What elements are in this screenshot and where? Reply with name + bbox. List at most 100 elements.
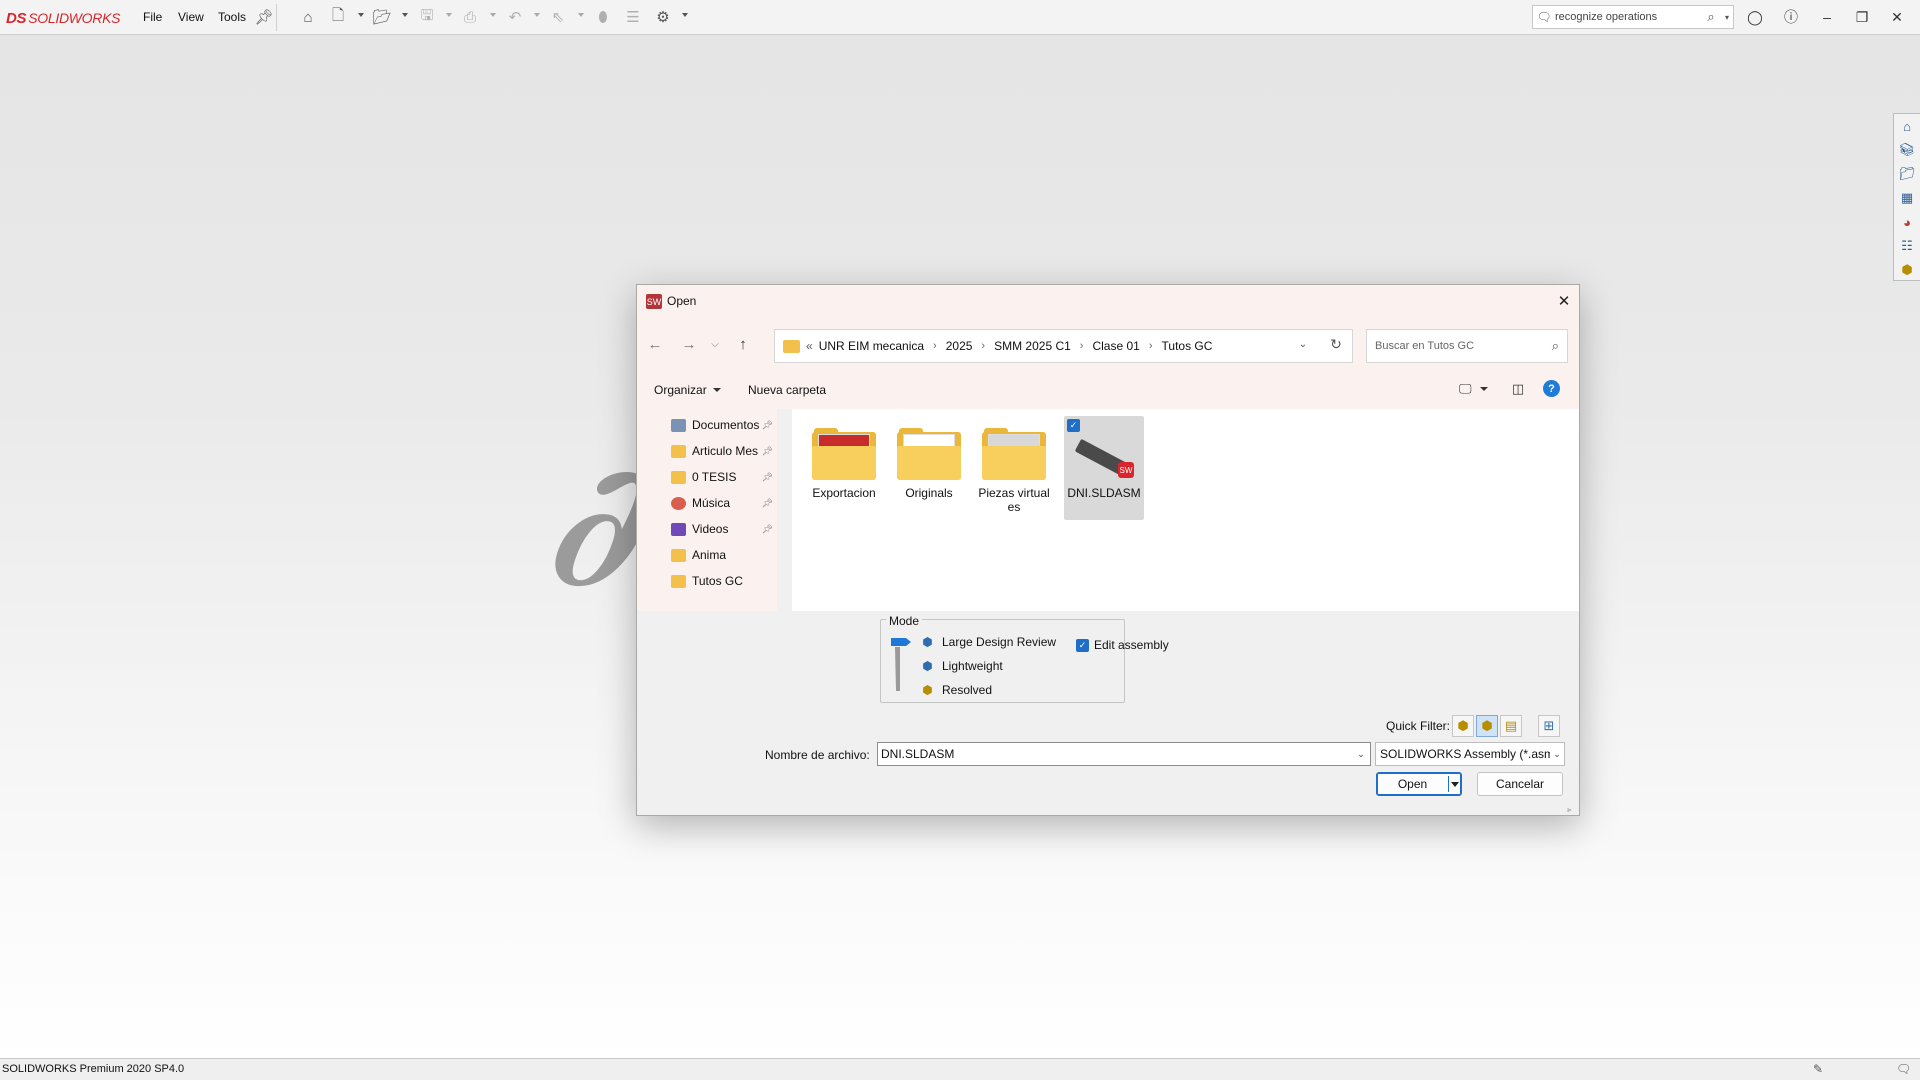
breadcrumb-overflow[interactable]: «	[806, 339, 813, 353]
open-dropdown-caret[interactable]	[402, 13, 408, 17]
dialog-close-button[interactable]: ✕	[1553, 291, 1575, 311]
file-item-piezas-virtuales[interactable]: Piezas virtuales	[976, 416, 1052, 520]
mode-slider-marker[interactable]	[891, 638, 911, 646]
breadcrumb-2025[interactable]: 2025	[946, 339, 973, 353]
refresh-icon[interactable]: ↻	[1326, 334, 1346, 354]
save-icon[interactable]: 🖫︎	[417, 7, 437, 27]
new-dropdown-caret[interactable]	[358, 13, 364, 17]
file-item-originals[interactable]: Originals	[891, 416, 967, 520]
search-commands-box[interactable]: 🗨︎ recognize operations ⌕ ▾	[1532, 5, 1734, 29]
solidworks-logo[interactable]: DS SOLIDWORKS	[6, 8, 120, 28]
filename-input[interactable]	[878, 744, 1352, 764]
breadcrumb-separator-icon[interactable]: ›	[1080, 340, 1084, 352]
select-dropdown-caret[interactable]	[578, 13, 584, 17]
home-icon[interactable]: ⌂	[298, 7, 318, 27]
mode-option-lightweight[interactable]: ⬢ Lightweight	[919, 656, 1002, 676]
organize-caret-icon	[712, 388, 721, 392]
pin-icon[interactable]: 📌︎	[254, 7, 274, 27]
nav-item-anima[interactable]: Anima	[637, 542, 773, 568]
breadcrumb-separator-icon[interactable]: ›	[981, 340, 985, 352]
tp-view-palette-icon[interactable]: ▦	[1897, 188, 1917, 208]
change-view-button[interactable]: 🖵︎	[1459, 381, 1488, 397]
tp-appearances-icon[interactable]: ◕	[1897, 212, 1917, 232]
mode-slider-track[interactable]	[895, 647, 900, 691]
nav-item-tutos-gc[interactable]: Tutos GC	[637, 568, 773, 594]
forward-arrow-icon[interactable]: →	[678, 333, 700, 355]
save-dropdown-caret[interactable]	[446, 13, 452, 17]
address-dropdown-chevron-icon[interactable]: ⌄	[1293, 334, 1313, 354]
file-item-dni-sldasm[interactable]: ✓ SW DNI.SLDASM	[1064, 416, 1144, 520]
search-icon[interactable]: ⌕	[1552, 338, 1559, 354]
new-folder-button[interactable]: Nueva carpeta	[748, 383, 826, 397]
options-gear-icon[interactable]: ⚙	[653, 7, 673, 27]
nav-item-label: Tutos GC	[692, 574, 743, 588]
print-dropdown-caret[interactable]	[490, 13, 496, 17]
print-icon[interactable]: ⎙	[460, 7, 480, 27]
new-document-icon[interactable]: 🗋︎	[328, 7, 348, 27]
title-toolbar: DS SOLIDWORKS File View Tools 📌︎ ⌂ 🗋︎ 📂︎…	[0, 0, 1920, 35]
file-item-label: DNI.SLDASM	[1067, 486, 1141, 500]
open-folder-icon[interactable]: 📂︎	[372, 7, 392, 27]
file-properties-icon[interactable]: ☰	[623, 7, 643, 27]
cancel-button[interactable]: Cancelar	[1477, 772, 1563, 796]
file-type-chevron-icon: ⌄	[1553, 748, 1561, 759]
filename-combobox[interactable]: ⌄	[877, 742, 1371, 766]
recent-locations-chevron-icon[interactable]: ⌵	[704, 333, 726, 355]
breadcrumb-unr-eim-mecanica[interactable]: UNR EIM mecanica	[819, 339, 924, 353]
filter-parts-icon[interactable]: ⬢	[1452, 715, 1474, 737]
menu-view[interactable]: View	[178, 10, 204, 24]
chat-icon[interactable]: 🗨︎	[1896, 1062, 1911, 1076]
undo-icon[interactable]: ↶	[505, 7, 525, 27]
file-type-select[interactable]: SOLIDWORKS Assembly (*.asm; ⌄	[1375, 742, 1565, 766]
tp-design-library-icon[interactable]: 📚︎	[1897, 140, 1917, 160]
nav-item-musica[interactable]: Música 📌︎	[637, 490, 773, 516]
filter-drawings-icon[interactable]: ▤	[1500, 715, 1522, 737]
mode-option-resolved[interactable]: ⬢ Resolved	[919, 680, 992, 700]
user-account-icon[interactable]: ◯	[1744, 6, 1766, 28]
organize-button[interactable]: Organizar	[654, 383, 721, 397]
mode-option-large-design-review[interactable]: ⬢ Large Design Review	[919, 632, 1056, 652]
menu-tools[interactable]: Tools	[218, 10, 246, 24]
up-arrow-icon[interactable]: ↑	[732, 333, 754, 355]
search-icon[interactable]: ⌕	[1701, 9, 1721, 25]
help-button[interactable]: ?	[1543, 380, 1560, 397]
close-app-button[interactable]: ✕	[1886, 6, 1908, 28]
preview-pane-icon[interactable]: ◫	[1509, 380, 1527, 398]
search-dropdown-caret[interactable]: ▾	[1721, 13, 1733, 22]
filter-assemblies-icon[interactable]: ⬢	[1476, 715, 1498, 737]
help-icon[interactable]: ⓘ	[1780, 6, 1802, 28]
rebuild-icon[interactable]: ⬮	[593, 7, 613, 27]
select-pointer-icon[interactable]: ⇖	[548, 7, 568, 27]
nav-item-videos[interactable]: Videos 📌︎	[637, 516, 773, 542]
filter-top-level-assemblies-icon[interactable]: ⊞	[1538, 715, 1560, 737]
quick-tips-icon[interactable]: ✎	[1813, 1062, 1823, 1076]
filename-dropdown-chevron-icon[interactable]: ⌄	[1352, 749, 1370, 760]
folder-search-box[interactable]: ⌕	[1366, 329, 1568, 363]
options-dropdown-caret[interactable]	[682, 13, 688, 17]
restore-button[interactable]: ❐	[1851, 6, 1873, 28]
tp-home-icon[interactable]: ⌂	[1897, 116, 1917, 136]
address-bar[interactable]: « UNR EIM mecanica › 2025 › SMM 2025 C1 …	[774, 329, 1353, 363]
open-options-dropdown-icon[interactable]	[1449, 781, 1461, 787]
breadcrumb-clase-01[interactable]: Clase 01	[1092, 339, 1139, 353]
open-button[interactable]: Open	[1376, 772, 1462, 796]
tp-file-explorer-icon[interactable]: 📁︎	[1897, 164, 1917, 184]
menu-file[interactable]: File	[143, 10, 162, 24]
back-arrow-icon[interactable]: ←	[644, 333, 666, 355]
tp-custom-properties-icon[interactable]: ☷	[1897, 236, 1917, 256]
folder-icon	[671, 470, 686, 484]
edit-assembly-checkbox[interactable]: ✓ Edit assembly	[1076, 638, 1169, 652]
tp-solidworks-resources-icon[interactable]: ⬢	[1897, 260, 1917, 280]
undo-dropdown-caret[interactable]	[534, 13, 540, 17]
breadcrumb-smm-2025-c1[interactable]: SMM 2025 C1	[994, 339, 1071, 353]
breadcrumb-separator-icon[interactable]: ›	[1149, 340, 1153, 352]
resize-grip-icon[interactable]: ⩺	[1567, 805, 1576, 814]
nav-item-documentos[interactable]: Documentos 📌︎	[637, 412, 773, 438]
nav-item-0-tesis[interactable]: 0 TESIS 📌︎	[637, 464, 773, 490]
nav-item-articulo-mes[interactable]: Articulo Mes 📌︎	[637, 438, 773, 464]
file-item-exportacion[interactable]: Exportacion	[806, 416, 882, 520]
breadcrumb-tutos-gc[interactable]: Tutos GC	[1162, 339, 1213, 353]
folder-search-input[interactable]	[1375, 340, 1552, 352]
breadcrumb-separator-icon[interactable]: ›	[933, 340, 937, 352]
minimize-button[interactable]: –	[1816, 6, 1838, 28]
